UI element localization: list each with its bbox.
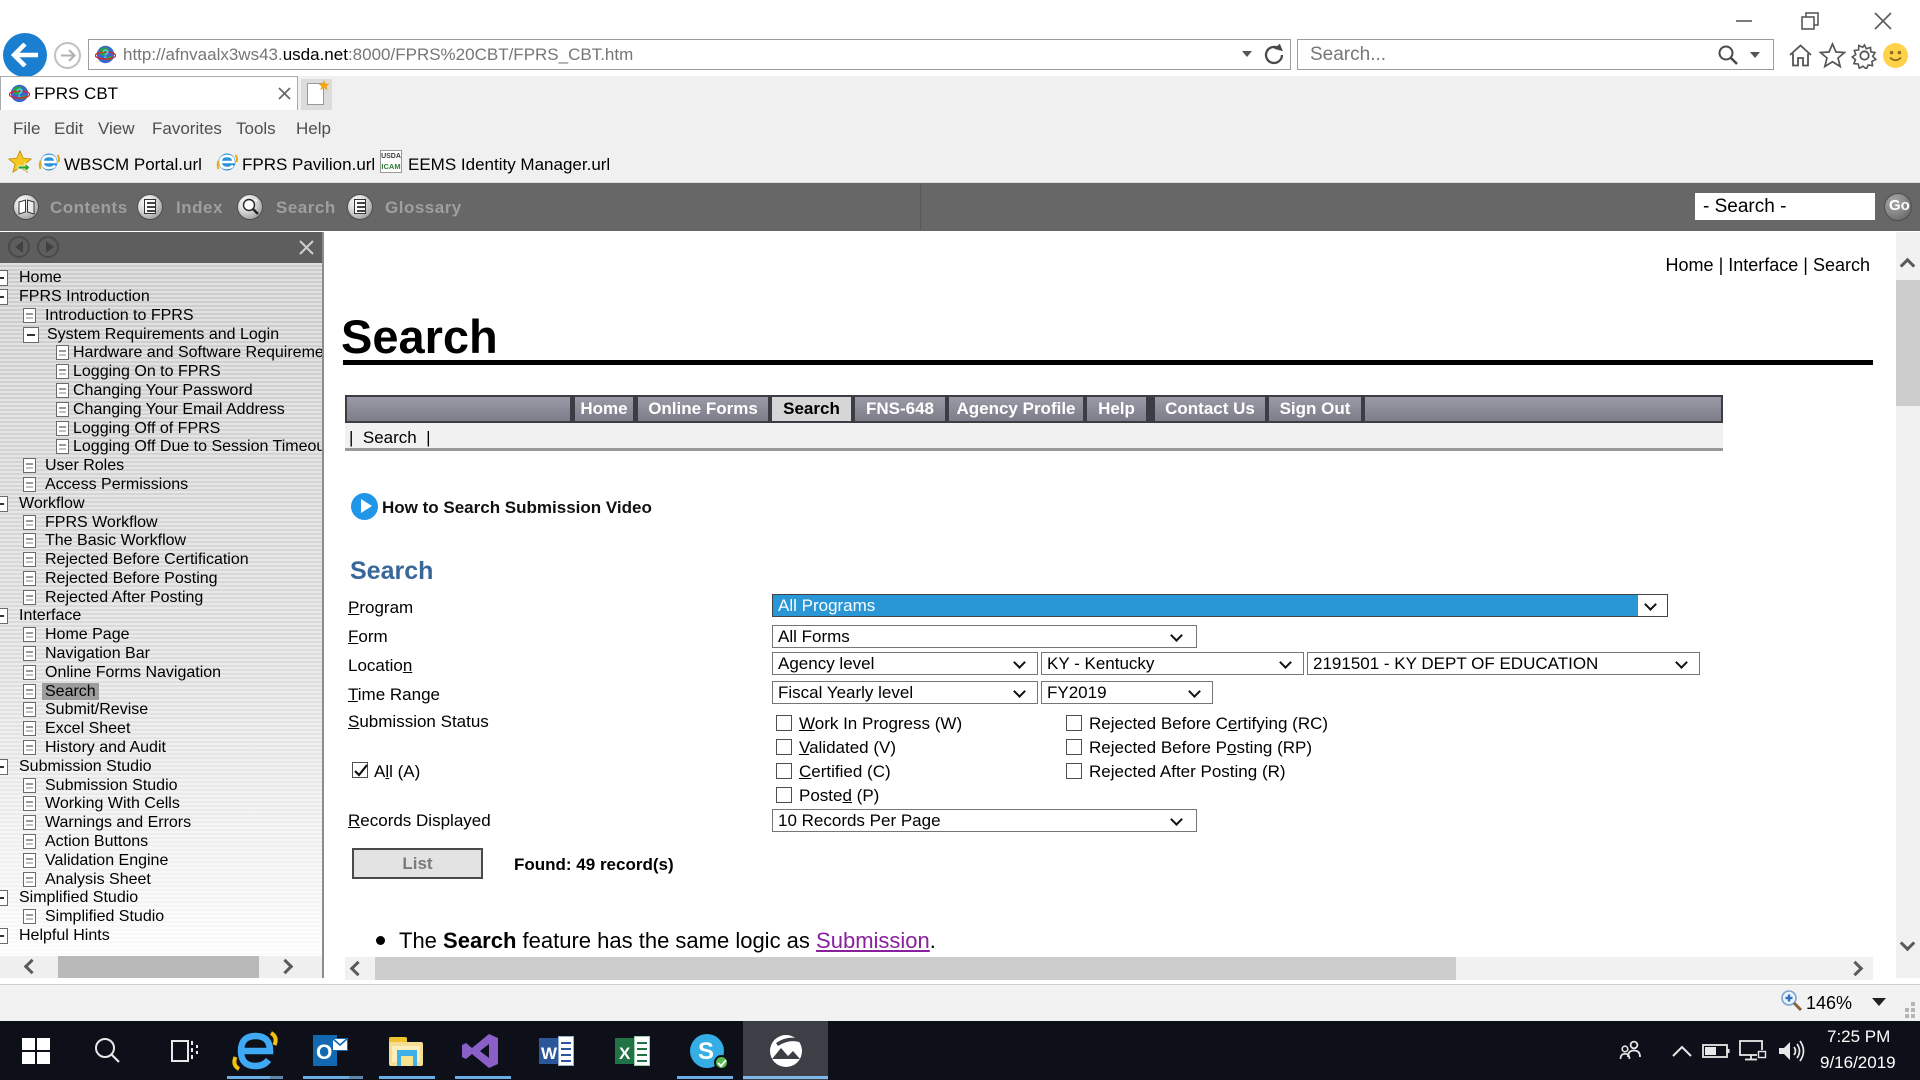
svg-text:?: ? — [102, 47, 109, 61]
svg-text:?: ? — [16, 86, 23, 100]
